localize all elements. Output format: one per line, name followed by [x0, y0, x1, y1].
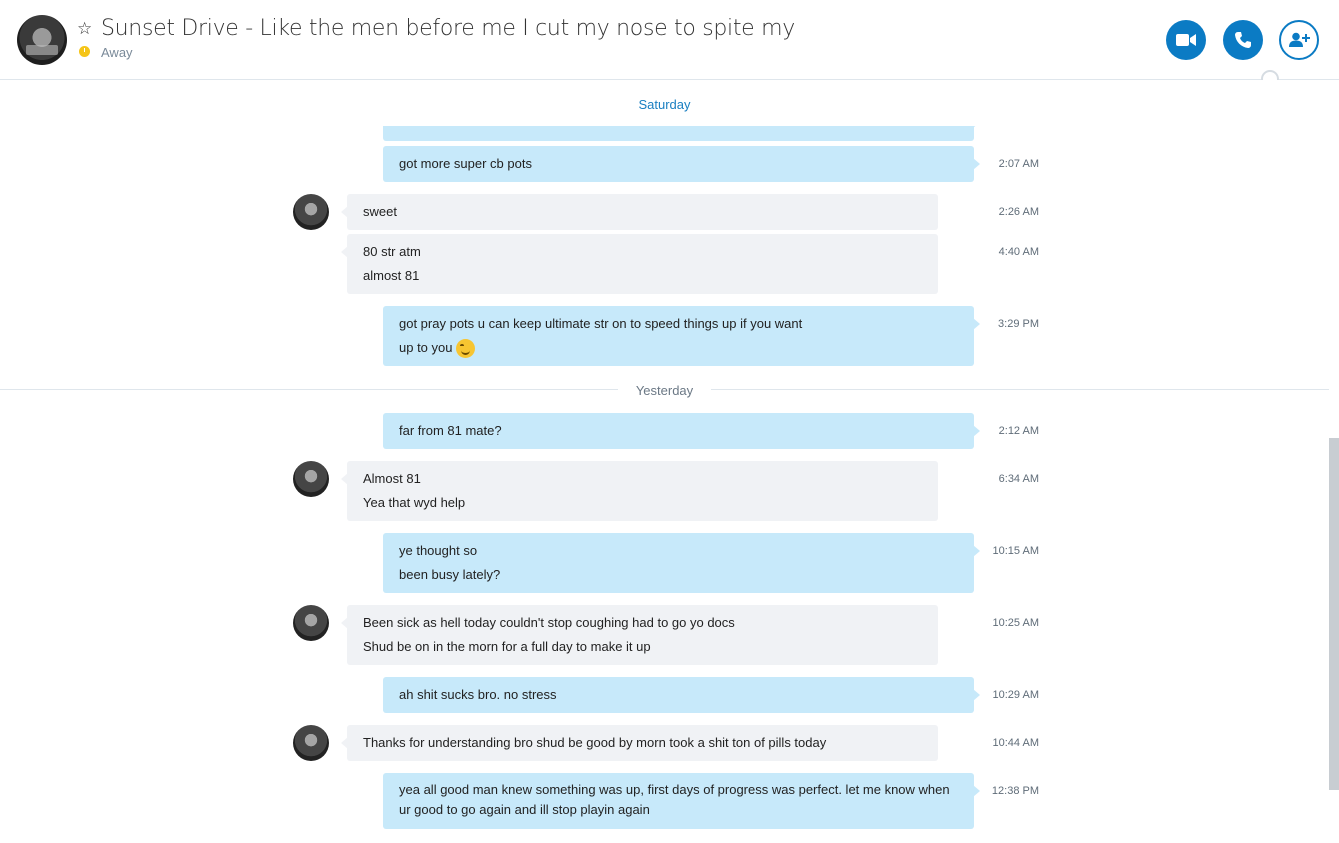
message-text: far from 81 mate? — [399, 423, 502, 438]
message-text: got pray pots u can keep ultimate str on… — [399, 316, 803, 331]
away-status-icon — [79, 46, 90, 57]
contact-avatar[interactable] — [17, 15, 67, 65]
message-timestamp: 2:12 AM — [998, 425, 1039, 437]
message-bubble[interactable]: Thanks for understanding bro shud be goo… — [341, 725, 938, 761]
message-text: Yea that wyd help — [363, 495, 466, 510]
message-bubble[interactable]: Been sick as hell today couldn't stop co… — [341, 605, 938, 665]
status-text: Away — [101, 45, 133, 60]
message-timestamp: 10:15 AM — [992, 545, 1039, 557]
audio-call-button[interactable] — [1223, 20, 1263, 60]
message-bubble[interactable]: yea all good man knew something was up, … — [383, 773, 980, 829]
message-timestamp: 2:07 AM — [998, 158, 1039, 170]
message-timestamp: 4:40 AM — [998, 246, 1039, 258]
message-text: almost 81 — [363, 268, 420, 283]
message-bubble[interactable]: got pray pots u can keep ultimate str on… — [383, 306, 980, 366]
message-text: been busy lately? — [399, 567, 501, 582]
message-timestamp: 10:29 AM — [992, 689, 1039, 701]
video-call-button[interactable] — [1166, 20, 1206, 60]
message-text: sweet — [363, 204, 397, 219]
message-bubble[interactable]: ah shit sucks bro. no stress — [383, 677, 980, 713]
message-text: ah shit sucks bro. no stress — [399, 687, 557, 702]
message-timestamp: 2:26 AM — [998, 206, 1039, 218]
message-text: Shud be on in the morn for a full day to… — [363, 639, 651, 654]
contact-avatar-small[interactable] — [293, 194, 329, 230]
message-text: up to you — [399, 340, 453, 355]
date-separator-saturday: Saturday — [0, 97, 1329, 112]
phone-icon — [1235, 32, 1251, 48]
contact-name[interactable]: Sunset Drive - Like the men before me I … — [101, 16, 795, 41]
add-person-icon — [1289, 32, 1310, 47]
message-bubble[interactable]: ye thought so been busy lately? — [383, 533, 980, 593]
message-bubble[interactable]: got more super cb pots — [383, 146, 980, 182]
message-bubble[interactable]: 80 str atm almost 81 — [341, 234, 938, 294]
contact-avatar-small[interactable] — [293, 725, 329, 761]
star-icon[interactable]: ☆ — [77, 19, 92, 39]
message-timestamp: 6:34 AM — [998, 473, 1039, 485]
contact-avatar-small[interactable] — [293, 461, 329, 497]
message-timestamp: 3:29 PM — [998, 318, 1039, 330]
date-separator-label: Yesterday — [617, 383, 712, 398]
message-text: 80 str atm — [363, 244, 421, 259]
message-text: Been sick as hell today couldn't stop co… — [363, 615, 735, 630]
date-separator-label: Saturday — [620, 97, 709, 112]
message-timestamp: 10:44 AM — [992, 737, 1039, 749]
message-text: yea all good man knew something was up, … — [399, 782, 950, 817]
message-text: Almost 81 — [363, 471, 421, 486]
contact-avatar-small[interactable] — [293, 605, 329, 641]
message-bubble[interactable]: far from 81 mate? — [383, 413, 980, 449]
message-text: got more super cb pots — [399, 156, 532, 171]
video-camera-icon — [1176, 34, 1196, 46]
message-bubble[interactable]: sweet — [341, 194, 938, 230]
message-text: Thanks for understanding bro shud be goo… — [363, 735, 827, 750]
add-people-button[interactable] — [1279, 20, 1319, 60]
message-bubble[interactable]: Almost 81 Yea that wyd help — [341, 461, 938, 521]
date-separator-yesterday: Yesterday — [0, 383, 1329, 398]
conversation-header: ☆ Sunset Drive - Like the men before me … — [0, 0, 1339, 80]
message-timestamp: 10:25 AM — [992, 617, 1039, 629]
scrollbar-thumb[interactable] — [1329, 438, 1339, 790]
smiling-face-icon — [455, 339, 475, 359]
message-timestamp: 12:38 PM — [991, 785, 1039, 797]
message-text: ye thought so — [399, 543, 478, 558]
